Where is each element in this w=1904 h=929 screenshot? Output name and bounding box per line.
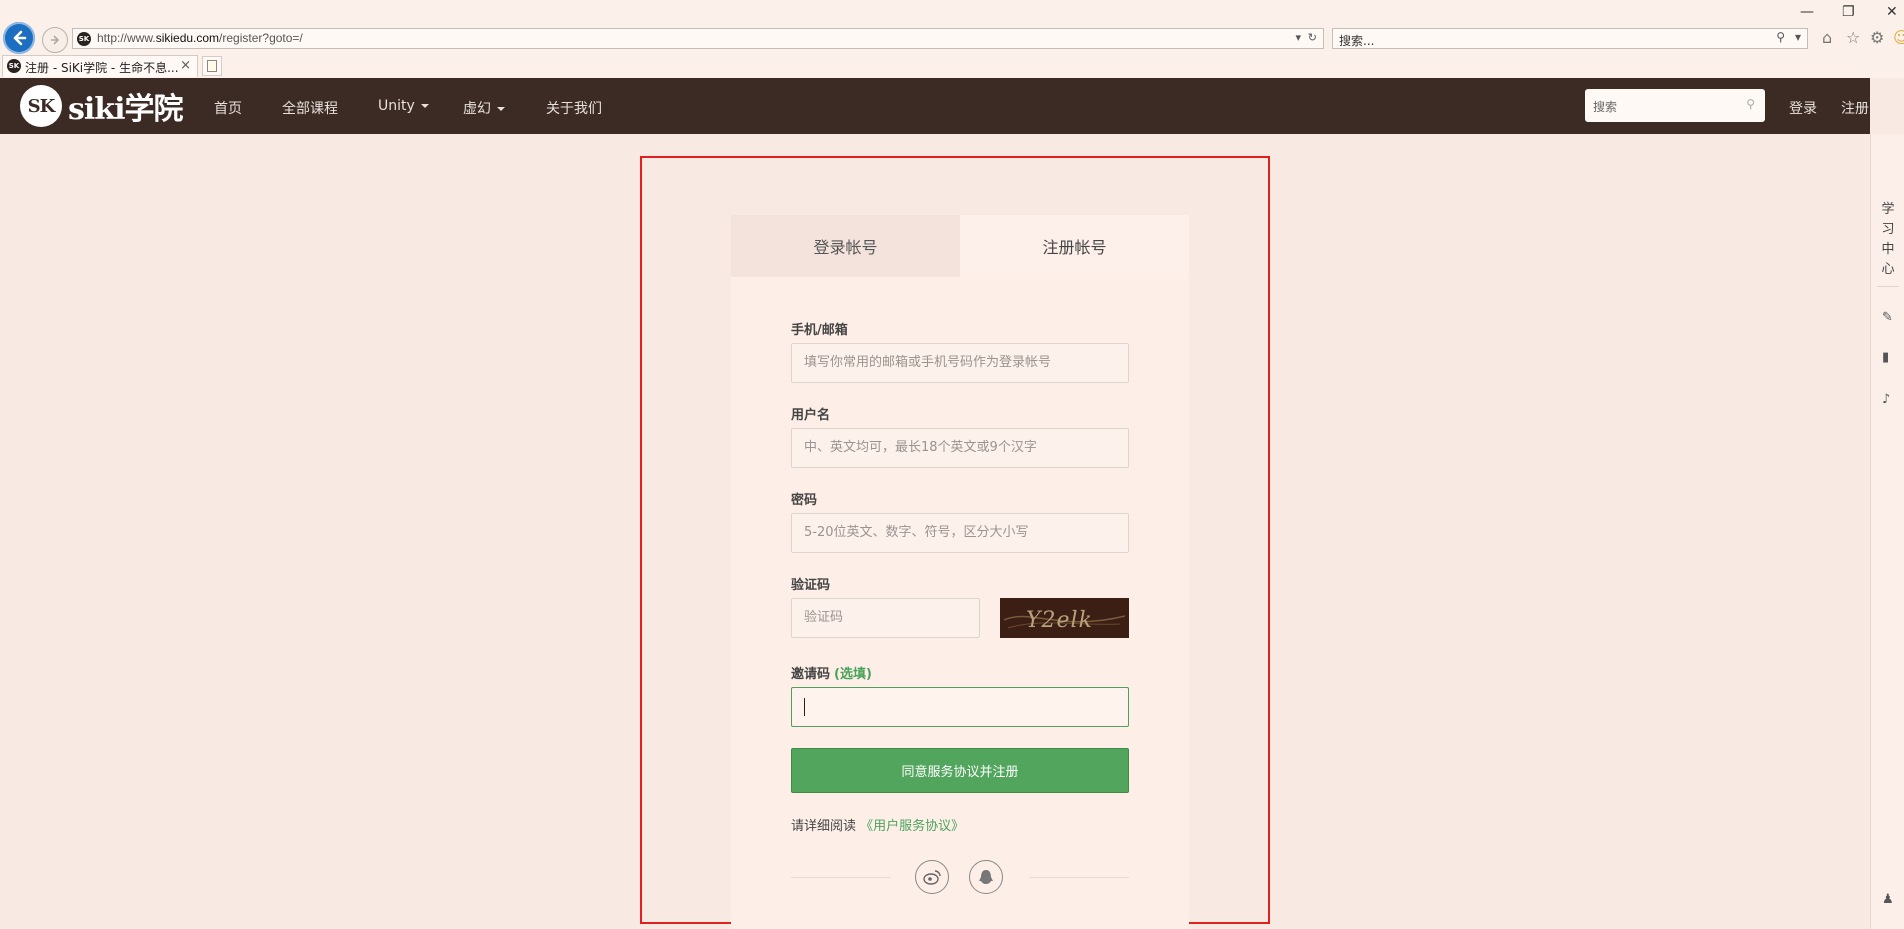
address-dropdown-icon[interactable]: ▾ bbox=[1295, 31, 1301, 44]
password-input[interactable]: 5-20位英文、数字、符号，区分大小写 bbox=[791, 513, 1129, 553]
site-navbar: SK siki学院 首页 全部课程 Unity 虚幻 关于我们 搜索 ⚲ 登录 … bbox=[0, 78, 1870, 134]
arrow-left-icon bbox=[13, 30, 27, 46]
caret-down-icon bbox=[497, 107, 505, 111]
invite-label: 邀请码 (选填) bbox=[791, 663, 872, 682]
learning-center-link[interactable]: 学习中心 bbox=[1880, 200, 1896, 280]
nav-unity[interactable]: Unity bbox=[378, 98, 429, 114]
favorites-star-icon[interactable]: ☆ bbox=[1846, 28, 1860, 47]
rail-divider bbox=[1877, 286, 1899, 287]
home-icon[interactable]: ⌂ bbox=[1822, 28, 1832, 47]
book-icon[interactable]: ▮ bbox=[1882, 350, 1889, 365]
browser-chrome: SK http://www.sikiedu.com/register?goto=… bbox=[0, 0, 1904, 78]
browser-search-box[interactable]: 搜索... ⚲ ▾ bbox=[1332, 28, 1808, 49]
refresh-icon[interactable]: ↻ bbox=[1308, 31, 1317, 44]
agreement-notice: 请详细阅读 《用户服务协议》 bbox=[791, 815, 964, 834]
social-divider-left bbox=[791, 877, 891, 878]
qq-icon[interactable]: ♟ bbox=[1882, 892, 1894, 907]
nav-unity-label: Unity bbox=[378, 98, 415, 114]
nav-unreal-label: 虚幻 bbox=[463, 101, 491, 117]
address-bar[interactable]: SK http://www.sikiedu.com/register?goto=… bbox=[72, 28, 1324, 49]
magnifier-icon[interactable]: ⚲ bbox=[1746, 97, 1755, 111]
new-tab-button[interactable] bbox=[202, 56, 222, 76]
captcha-input[interactable]: 验证码 bbox=[791, 598, 980, 638]
browser-search-placeholder: 搜索... bbox=[1339, 34, 1375, 48]
username-label: 用户名 bbox=[791, 408, 831, 423]
back-button[interactable] bbox=[3, 22, 35, 54]
weibo-login-button[interactable] bbox=[915, 860, 949, 894]
forward-button[interactable] bbox=[42, 27, 68, 53]
weibo-icon bbox=[923, 870, 941, 885]
invite-label-text: 邀请码 bbox=[791, 667, 831, 682]
browser-tab-active[interactable]: SK 注册 - SiKi学院 - 生命不息... × bbox=[2, 55, 198, 77]
caret-down-icon bbox=[420, 104, 429, 108]
site-favicon: SK bbox=[77, 32, 91, 46]
auth-tabs: 登录帐号 注册帐号 bbox=[731, 215, 1189, 277]
tab-title: 注册 - SiKi学院 - 生命不息... bbox=[25, 61, 179, 75]
account-label: 手机/邮箱 bbox=[791, 323, 848, 338]
agreement-prefix: 请详细阅读 bbox=[791, 819, 857, 834]
arrow-right-icon bbox=[51, 35, 60, 45]
nav-home[interactable]: 首页 bbox=[214, 98, 242, 118]
address-url: http://www.sikiedu.com/register?goto=/ bbox=[97, 31, 303, 45]
nav-login[interactable]: 登录 bbox=[1789, 98, 1817, 118]
invite-code-input[interactable] bbox=[791, 687, 1129, 727]
logo-name: siki学院 bbox=[68, 92, 183, 127]
tab-register[interactable]: 注册帐号 bbox=[960, 215, 1189, 277]
tab-close-icon[interactable]: × bbox=[180, 58, 191, 73]
nav-all-courses[interactable]: 全部课程 bbox=[282, 98, 338, 118]
tab-favicon: SK bbox=[7, 59, 21, 73]
captcha-label: 验证码 bbox=[791, 578, 831, 593]
side-rail: 学习中心 ✎ ▮ ♪ ♟ bbox=[1870, 134, 1904, 929]
account-input[interactable]: 填写你常用的邮箱或手机号码作为登录帐号 bbox=[791, 343, 1129, 383]
tab-login[interactable]: 登录帐号 bbox=[731, 215, 960, 277]
search-icon[interactable]: ⚲ bbox=[1776, 30, 1785, 44]
agree-and-register-button[interactable]: 同意服务协议并注册 bbox=[791, 748, 1129, 793]
search-dropdown-icon[interactable]: ▾ bbox=[1795, 30, 1801, 44]
user-agreement-link[interactable]: 《用户服务协议》 bbox=[860, 819, 964, 834]
captcha-graphic: Y2elk bbox=[1003, 608, 1126, 633]
close-window-icon[interactable]: ✕ bbox=[1886, 4, 1898, 20]
nav-unreal[interactable]: 虚幻 bbox=[463, 98, 505, 118]
gear-icon[interactable]: ⚙ bbox=[1870, 28, 1884, 47]
captcha-image[interactable]: Y2elk bbox=[1000, 598, 1129, 638]
pencil-icon[interactable]: ✎ bbox=[1882, 310, 1893, 325]
qq-login-button[interactable] bbox=[969, 860, 1003, 894]
register-card: 登录帐号 注册帐号 手机/邮箱 填写你常用的邮箱或手机号码作为登录帐号 用户名 … bbox=[731, 215, 1189, 929]
site-search-placeholder: 搜索 bbox=[1593, 100, 1618, 114]
restore-icon[interactable]: ❐ bbox=[1842, 4, 1855, 20]
nav-register[interactable]: 注册 bbox=[1841, 98, 1869, 118]
social-divider-right bbox=[1029, 877, 1129, 878]
nav-about[interactable]: 关于我们 bbox=[546, 98, 602, 118]
svg-text:Y2elk: Y2elk bbox=[1026, 608, 1093, 633]
minimize-icon[interactable]: — bbox=[1800, 4, 1814, 20]
bell-icon[interactable]: ♪ bbox=[1882, 392, 1890, 407]
invite-optional-tag: (选填) bbox=[834, 667, 872, 682]
site-logo[interactable]: SK siki学院 bbox=[20, 84, 183, 128]
qq-penguin-icon bbox=[979, 870, 993, 884]
password-label: 密码 bbox=[791, 493, 818, 508]
logo-badge: SK bbox=[20, 85, 62, 127]
smiley-icon[interactable]: ☺ bbox=[1893, 28, 1904, 47]
site-search-input[interactable]: 搜索 ⚲ bbox=[1585, 89, 1765, 122]
username-input[interactable]: 中、英文均可，最长18个英文或9个汉字 bbox=[791, 428, 1129, 468]
